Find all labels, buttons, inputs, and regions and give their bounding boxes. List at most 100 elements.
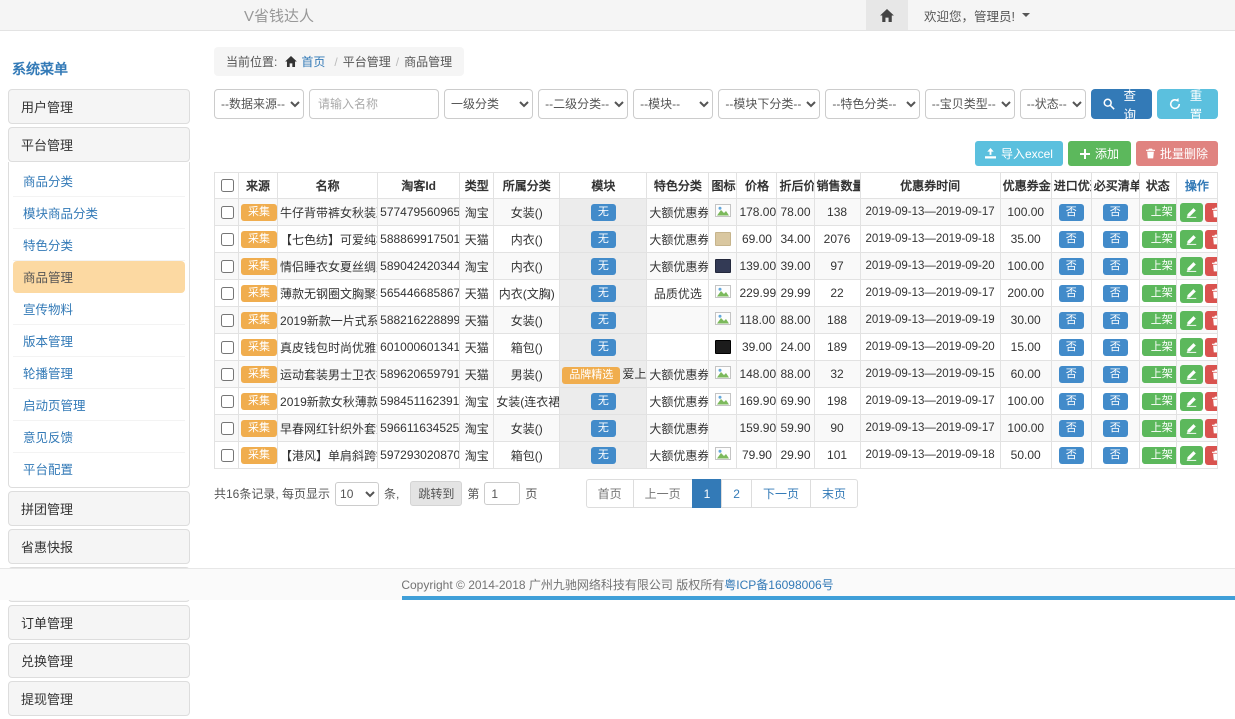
status-badge[interactable]: 上架 (1142, 312, 1177, 329)
edit-button[interactable] (1180, 419, 1203, 438)
delete-button[interactable] (1205, 284, 1218, 303)
row-checkbox[interactable] (221, 449, 234, 462)
no-badge[interactable]: 否 (1103, 420, 1128, 437)
status-badge[interactable]: 上架 (1142, 447, 1177, 464)
page-button[interactable]: 1 (692, 479, 723, 508)
import-excel-button[interactable]: 导入excel (975, 141, 1063, 166)
query-button[interactable]: 查询 (1091, 89, 1152, 119)
page-button[interactable]: 2 (721, 479, 752, 508)
filter-select[interactable]: --模块下分类-- (718, 89, 820, 119)
sidebar-sub-item[interactable]: 商品分类 (13, 165, 185, 197)
no-badge[interactable]: 否 (1059, 204, 1084, 221)
no-badge[interactable]: 否 (1059, 258, 1084, 275)
sidebar-panel-item[interactable]: 兑换管理 (8, 643, 190, 678)
no-badge[interactable]: 否 (1103, 393, 1128, 410)
edit-button[interactable] (1180, 257, 1203, 276)
no-badge[interactable]: 否 (1103, 258, 1128, 275)
sidebar-sub-item[interactable]: 启动页管理 (13, 389, 185, 421)
sidebar-sub-item[interactable]: 版本管理 (13, 325, 185, 357)
no-badge[interactable]: 否 (1059, 366, 1084, 383)
sidebar-sub-item[interactable]: 模块商品分类 (13, 197, 185, 229)
filter-select[interactable]: --模块-- (633, 89, 713, 119)
edit-button[interactable] (1180, 338, 1203, 357)
sidebar-sub-item[interactable]: 宣传物料 (13, 293, 185, 325)
sidebar-sub-item[interactable]: 平台配置 (13, 453, 185, 484)
sidebar-sub-item[interactable]: 商品管理 (13, 261, 185, 293)
status-badge[interactable]: 上架 (1142, 393, 1177, 410)
no-badge[interactable]: 否 (1103, 447, 1128, 464)
row-checkbox[interactable] (221, 233, 234, 246)
edit-button[interactable] (1180, 203, 1203, 222)
no-badge[interactable]: 否 (1103, 366, 1128, 383)
jump-button[interactable]: 跳转到 (410, 481, 462, 506)
delete-button[interactable] (1205, 365, 1218, 384)
sidebar-sub-item[interactable]: 意见反馈 (13, 421, 185, 453)
name-search-input[interactable] (309, 89, 439, 119)
status-badge[interactable]: 上架 (1142, 339, 1177, 356)
edit-button[interactable] (1180, 284, 1203, 303)
icp-link[interactable]: 粤ICP备16098006号 (724, 576, 833, 593)
filter-select[interactable]: --二级分类-- (538, 89, 628, 119)
page-button[interactable]: 首页 (586, 479, 634, 508)
sidebar-panel-item[interactable]: 省惠快报 (8, 529, 190, 564)
no-badge[interactable]: 否 (1103, 285, 1128, 302)
breadcrumb-item[interactable]: 商品管理 (404, 53, 452, 70)
edit-button[interactable] (1180, 311, 1203, 330)
edit-button[interactable] (1180, 230, 1203, 249)
edit-button[interactable] (1180, 446, 1203, 465)
status-badge[interactable]: 上架 (1142, 366, 1177, 383)
filter-select[interactable]: 一级分类 (444, 89, 533, 119)
no-badge[interactable]: 否 (1103, 204, 1128, 221)
row-checkbox[interactable] (221, 395, 234, 408)
page-button[interactable]: 下一页 (751, 479, 811, 508)
sidebar-panel-item[interactable]: 平台管理 (8, 127, 190, 162)
edit-button[interactable] (1180, 392, 1203, 411)
row-checkbox[interactable] (221, 287, 234, 300)
user-menu[interactable]: 欢迎您，管理员! (908, 6, 1030, 25)
row-checkbox[interactable] (221, 341, 234, 354)
row-checkbox[interactable] (221, 422, 234, 435)
breadcrumb-home-link[interactable]: 首页 (301, 53, 325, 70)
no-badge[interactable]: 否 (1059, 447, 1084, 464)
no-badge[interactable]: 否 (1059, 285, 1084, 302)
home-button[interactable] (866, 0, 908, 30)
delete-button[interactable] (1205, 338, 1218, 357)
page-button[interactable]: 末页 (810, 479, 858, 508)
no-badge[interactable]: 否 (1059, 339, 1084, 356)
sidebar-sub-item[interactable]: 轮播管理 (13, 357, 185, 389)
status-badge[interactable]: 上架 (1142, 420, 1177, 437)
sidebar-panel-item[interactable]: 提现管理 (8, 681, 190, 716)
row-checkbox[interactable] (221, 314, 234, 327)
reset-button[interactable]: 重置 (1157, 89, 1218, 119)
delete-button[interactable] (1205, 257, 1218, 276)
breadcrumb-item[interactable]: 平台管理 (343, 53, 391, 70)
no-badge[interactable]: 否 (1059, 393, 1084, 410)
page-button[interactable]: 上一页 (633, 479, 693, 508)
status-badge[interactable]: 上架 (1142, 285, 1177, 302)
delete-button[interactable] (1205, 392, 1218, 411)
no-badge[interactable]: 否 (1103, 312, 1128, 329)
sidebar-sub-item[interactable]: 特色分类 (13, 229, 185, 261)
filter-select[interactable]: --数据来源-- (214, 89, 304, 119)
status-badge[interactable]: 上架 (1142, 231, 1177, 248)
status-badge[interactable]: 上架 (1142, 204, 1177, 221)
no-badge[interactable]: 否 (1059, 312, 1084, 329)
delete-button[interactable] (1205, 446, 1218, 465)
row-checkbox[interactable] (221, 260, 234, 273)
add-button[interactable]: 添加 (1068, 141, 1131, 166)
no-badge[interactable]: 否 (1103, 231, 1128, 248)
per-page-select[interactable]: 10 (335, 482, 379, 506)
no-badge[interactable]: 否 (1059, 231, 1084, 248)
status-badge[interactable]: 上架 (1142, 258, 1177, 275)
delete-button[interactable] (1205, 203, 1218, 222)
sidebar-panel-item[interactable]: 拼团管理 (8, 491, 190, 526)
sidebar-panel-item[interactable]: 订单管理 (8, 605, 190, 640)
sidebar-panel-item[interactable]: 用户管理 (8, 89, 190, 124)
filter-select[interactable]: --特色分类-- (825, 89, 919, 119)
select-all-checkbox[interactable] (221, 179, 234, 192)
page-number-input[interactable] (484, 482, 520, 505)
row-checkbox[interactable] (221, 368, 234, 381)
filter-select[interactable]: --状态-- (1020, 89, 1086, 119)
row-checkbox[interactable] (221, 206, 234, 219)
edit-button[interactable] (1180, 365, 1203, 384)
